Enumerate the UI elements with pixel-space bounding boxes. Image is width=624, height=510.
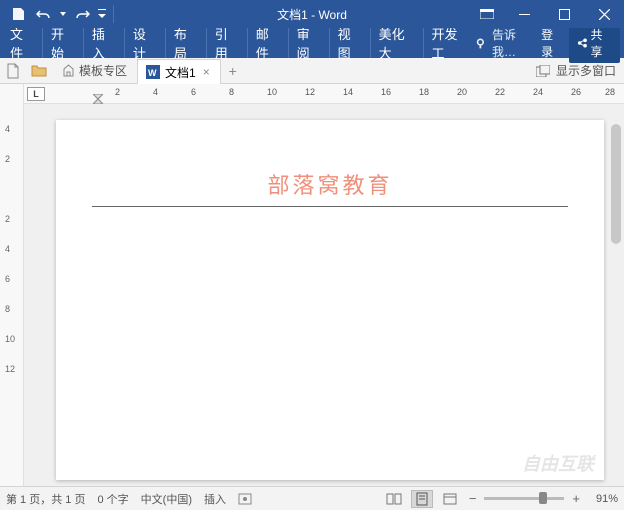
title-bar: 文档1 - Word <box>0 0 624 28</box>
hruler-tick: 10 <box>267 87 277 97</box>
zoom-level[interactable]: 91% <box>588 493 618 505</box>
word-count-status[interactable]: 0 个字 <box>97 491 128 507</box>
login-link[interactable]: 登录 <box>541 26 563 60</box>
tab-layout[interactable]: 布局 <box>166 28 207 58</box>
hruler-tick: 4 <box>153 87 158 97</box>
document-tab-label: 文档1 <box>165 64 196 81</box>
read-mode-icon[interactable] <box>383 490 405 508</box>
tab-insert[interactable]: 插入 <box>84 28 125 58</box>
close-icon[interactable] <box>584 0 624 28</box>
document-canvas: 部落窝教育 自由互联 <box>24 104 624 486</box>
tab-review[interactable]: 审阅 <box>289 28 330 58</box>
qat-customize-icon[interactable] <box>96 2 108 26</box>
vruler-tick: 6 <box>5 274 10 284</box>
share-button[interactable]: 共享 <box>569 23 620 63</box>
vruler-tick: 10 <box>5 334 15 344</box>
vertical-scrollbar[interactable] <box>608 104 624 486</box>
close-tab-icon[interactable]: × <box>201 65 212 79</box>
workspace: 4 2 2 4 6 8 10 12 L 2 4 6 8 10 12 14 16 … <box>0 84 624 486</box>
tab-view[interactable]: 视图 <box>330 28 371 58</box>
hruler-tick: 24 <box>533 87 543 97</box>
hruler-tick: 6 <box>191 87 196 97</box>
hruler-tick: 2 <box>115 87 120 97</box>
vruler-tick: 4 <box>5 124 10 134</box>
zoom-slider-handle[interactable] <box>539 492 547 504</box>
insert-mode-status[interactable]: 插入 <box>204 491 226 507</box>
tell-me-search[interactable]: 告诉我… <box>475 26 535 60</box>
zoom-slider[interactable] <box>484 497 564 500</box>
save-icon[interactable] <box>6 2 30 26</box>
header-text[interactable]: 部落窝教育 <box>92 168 568 204</box>
page-header[interactable]: 部落窝教育 <box>92 168 568 207</box>
hruler-tick: 14 <box>343 87 353 97</box>
indent-marker-icon[interactable] <box>93 94 103 104</box>
vruler-tick: 8 <box>5 304 10 314</box>
multi-window-label[interactable]: 显示多窗口 <box>556 62 616 79</box>
watermark-text: 自由互联 <box>522 450 594 476</box>
document-page[interactable]: 部落窝教育 <box>56 120 604 480</box>
share-label: 共享 <box>591 26 613 60</box>
window-title: 文档1 - Word <box>277 6 347 23</box>
svg-text:W: W <box>148 68 157 78</box>
ribbon-tabs: 文件 开始 插入 设计 布局 引用 邮件 审阅 视图 美化大 开发工 告诉我… … <box>0 28 624 58</box>
redo-icon[interactable] <box>70 2 94 26</box>
maximize-icon[interactable] <box>544 0 584 28</box>
open-folder-icon[interactable] <box>26 59 52 83</box>
tab-developer[interactable]: 开发工 <box>424 28 476 58</box>
hruler-tick: 12 <box>305 87 315 97</box>
undo-dropdown-icon[interactable] <box>58 2 68 26</box>
hruler-tick: 16 <box>381 87 391 97</box>
multi-window-icon[interactable] <box>536 65 550 77</box>
scrollbar-thumb[interactable] <box>611 124 621 244</box>
hruler-tick: 26 <box>571 87 581 97</box>
web-layout-icon[interactable] <box>439 490 461 508</box>
quick-access-toolbar <box>0 2 117 26</box>
document-tab-active[interactable]: W 文档1 × <box>137 59 221 84</box>
tab-beautify[interactable]: 美化大 <box>371 28 424 58</box>
header-underline <box>92 206 568 207</box>
vruler-tick: 4 <box>5 244 10 254</box>
tab-design[interactable]: 设计 <box>125 28 166 58</box>
tab-references[interactable]: 引用 <box>207 28 248 58</box>
vruler-tick: 12 <box>5 364 15 374</box>
tell-me-label: 告诉我… <box>492 26 535 60</box>
macro-record-icon[interactable] <box>238 493 252 505</box>
hruler-tick: 28 <box>605 87 615 97</box>
qat-separator <box>113 5 114 23</box>
status-bar: 第 1 页，共 1 页 0 个字 中文(中国) 插入 − + 91% <box>0 486 624 510</box>
template-zone-label: 模板专区 <box>79 62 127 79</box>
minimize-icon[interactable] <box>504 0 544 28</box>
hruler-tick: 8 <box>229 87 234 97</box>
tab-mailings[interactable]: 邮件 <box>248 28 289 58</box>
word-doc-icon: W <box>146 65 160 79</box>
vertical-ruler[interactable]: 4 2 2 4 6 8 10 12 <box>0 84 24 486</box>
hruler-tick: 20 <box>457 87 467 97</box>
tab-home[interactable]: 开始 <box>43 28 84 58</box>
tab-stop-selector[interactable]: L <box>27 87 45 101</box>
add-tab-icon[interactable]: + <box>221 63 245 79</box>
zoom-in-button[interactable]: + <box>570 491 582 506</box>
undo-icon[interactable] <box>32 2 56 26</box>
zoom-out-button[interactable]: − <box>467 491 479 506</box>
vruler-tick: 2 <box>5 154 10 164</box>
window-controls <box>470 0 624 28</box>
hruler-tick: 22 <box>495 87 505 97</box>
language-status[interactable]: 中文(中国) <box>141 491 192 507</box>
print-layout-icon[interactable] <box>411 490 433 508</box>
template-zone-tab[interactable]: 模板专区 <box>52 58 137 83</box>
vruler-tick: 2 <box>5 214 10 224</box>
hruler-tick: 18 <box>419 87 429 97</box>
horizontal-ruler[interactable]: L 2 4 6 8 10 12 14 16 18 20 22 24 26 28 <box>24 84 624 104</box>
ribbon-display-icon[interactable] <box>470 0 504 28</box>
new-file-icon[interactable] <box>0 59 26 83</box>
page-number-status[interactable]: 第 1 页，共 1 页 <box>6 491 85 507</box>
tab-file[interactable]: 文件 <box>2 28 43 58</box>
